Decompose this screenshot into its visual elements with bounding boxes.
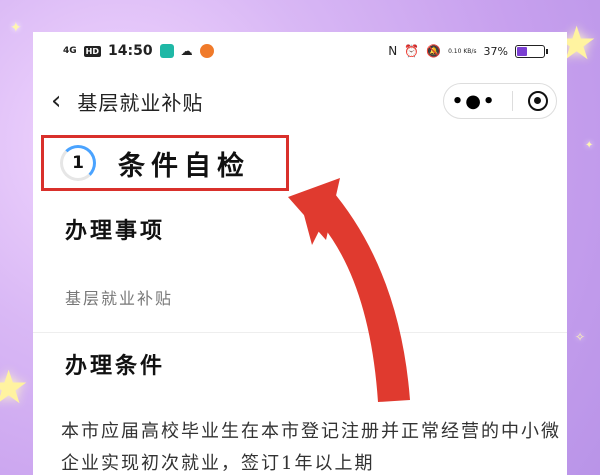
sparkle-icon: ✧ — [575, 330, 586, 344]
capsule-divider — [511, 91, 513, 111]
matter-value: 基层就业补贴 — [65, 289, 174, 308]
close-target-icon[interactable] — [528, 91, 549, 111]
network-indicator: 4G — [63, 45, 77, 56]
page-title: 基层就业补贴 — [77, 90, 204, 115]
app-notification-icon — [159, 44, 174, 58]
star-icon: ★ — [0, 360, 30, 414]
more-icon[interactable]: •●• — [452, 91, 497, 112]
status-time: 14:50 — [108, 43, 153, 59]
sparkle-icon: ✦ — [585, 140, 594, 151]
step-number-badge: 1 — [60, 145, 96, 181]
network-speed: 0.10 KB/s — [448, 47, 477, 55]
back-icon[interactable]: ‹ — [51, 86, 61, 116]
sparkle-icon: ✦ — [10, 20, 22, 36]
status-bar: 4G HD 14:50 ☁ N ⏰ 🔕 0.10 KB/s 37% — [33, 32, 567, 70]
section-title-condition: 办理条件 — [65, 353, 166, 379]
alarm-icon: ⏰ — [404, 44, 420, 58]
mute-icon: 🔕 — [426, 44, 442, 58]
step-title: 条件自检 — [118, 150, 250, 182]
divider — [33, 332, 567, 333]
phone-screen: 4G HD 14:50 ☁ N ⏰ 🔕 0.10 KB/s 37% ‹ 基层就业… — [33, 32, 567, 475]
hd-badge: HD — [83, 45, 101, 57]
nav-bar: ‹ 基层就业补贴 •●• — [33, 70, 567, 132]
section-title-matter: 办理事项 — [65, 218, 166, 244]
step-highlight-box: 1 条件自检 — [41, 135, 289, 191]
condition-text: 本市应届高校毕业生在本市登记注册并正常经营的中小微企业实现初次就业，签订1年以上… — [61, 421, 561, 474]
cloud-icon: ☁ — [180, 44, 193, 58]
battery-icon — [515, 44, 548, 58]
mini-program-capsule: •●• — [443, 83, 557, 119]
app-notification-icon — [199, 44, 214, 58]
battery-percent: 37% — [483, 44, 508, 58]
nfc-icon: N — [388, 44, 398, 58]
